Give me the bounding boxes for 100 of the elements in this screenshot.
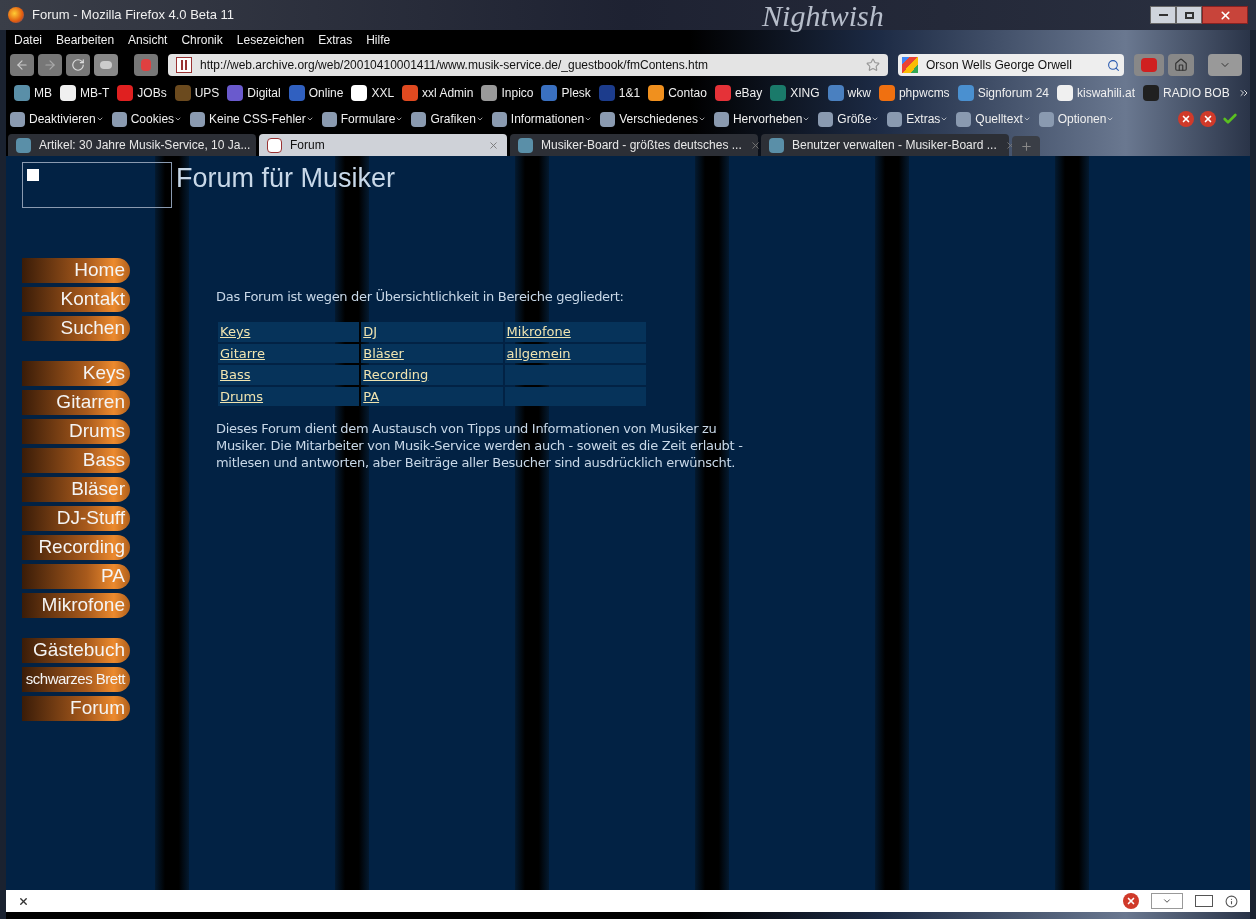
nav-button[interactable]: Home <box>22 258 130 283</box>
menu-item[interactable]: Extras <box>318 31 353 49</box>
forum-link[interactable]: PA <box>363 388 380 404</box>
nav-button[interactable]: Forum <box>22 696 130 721</box>
tab-title: Artikel: 30 Jahre Musik-Service, 10 Ja... <box>39 137 251 154</box>
new-tab-button[interactable] <box>1012 136 1040 156</box>
toolbar-menu[interactable]: Quelltext <box>975 110 1031 128</box>
bookmark-link[interactable]: Contao <box>668 84 707 102</box>
site-icon <box>16 137 31 153</box>
bookmark-link[interactable]: xxl Admin <box>422 84 474 102</box>
forum-link[interactable]: Gitarre <box>220 345 265 361</box>
forward-button[interactable] <box>38 54 62 76</box>
stop-button[interactable] <box>134 54 158 76</box>
bookmark-link[interactable]: wkw <box>847 84 871 102</box>
nav-button[interactable]: Gästebuch <box>22 638 130 663</box>
back-button[interactable] <box>10 54 34 76</box>
browser-tab[interactable]: Forum <box>259 134 507 156</box>
bookmark-link[interactable]: 1&1 <box>618 84 641 102</box>
nav-button[interactable]: Gitarren <box>22 390 130 415</box>
info-icon[interactable] <box>1225 894 1238 908</box>
minimize-button[interactable] <box>1150 6 1176 24</box>
bookmark-link[interactable]: MB-T <box>80 84 110 102</box>
forum-link[interactable]: Keys <box>220 324 251 339</box>
close-button[interactable] <box>1202 6 1248 24</box>
caret-icon <box>395 115 404 123</box>
nav-button[interactable]: Recording <box>22 535 130 560</box>
bookmark-link[interactable]: eBay <box>734 84 763 102</box>
chevrons-icon[interactable] <box>1237 87 1250 99</box>
bookmark-link[interactable]: RADIO BOB <box>1163 84 1230 102</box>
home-button[interactable] <box>1168 54 1194 76</box>
forum-link[interactable]: allgemein <box>506 345 571 361</box>
toolbar-menu[interactable]: Grafiken <box>430 110 484 128</box>
site-icon <box>267 137 282 153</box>
description-text: Dieses Forum dient dem Austausch von Tipps und Informationen von Musiker zu Musiker. Die Mitarbeiter von Musik-Service werden auch - soweit es die Zeit erlaubt - mitlesen und antworten, aber Beiträge aller Besucher sind ausdrücklich erwünscht. <box>216 420 744 471</box>
close-icon[interactable] <box>18 895 29 907</box>
menu-item[interactable]: Hilfe <box>366 31 391 49</box>
toolbar-menu[interactable]: Keine CSS-Fehler <box>209 110 314 128</box>
search-field[interactable]: Orson Wells George Orwell <box>898 54 1124 76</box>
toolbar-menu[interactable]: Optionen <box>1057 110 1115 128</box>
caret-icon <box>871 115 880 123</box>
forum-link[interactable]: DJ <box>363 324 378 339</box>
check-icon <box>1222 111 1238 127</box>
tab-title: Benutzer verwalten - Musiker-Board ... <box>792 137 997 154</box>
menu-item[interactable]: Lesezeichen <box>236 31 305 49</box>
caret-icon <box>802 115 811 123</box>
site-icon <box>769 137 784 153</box>
toolbar-menu[interactable]: Deaktivieren <box>29 110 104 128</box>
caret-icon <box>475 115 484 123</box>
toolbar-menu[interactable]: Verschiedenes <box>619 110 706 128</box>
page-heading: Forum für Musiker <box>176 162 397 195</box>
toolbar-menu[interactable]: Extras <box>906 110 949 128</box>
bookmark-link[interactable]: Signforum 24 <box>977 84 1049 102</box>
menu-item[interactable]: Chronik <box>181 31 223 49</box>
nav-button[interactable]: Mikrofone <box>22 593 130 618</box>
menu-item[interactable]: Ansicht <box>128 31 168 49</box>
toolbar-menu[interactable]: Formulare <box>340 110 404 128</box>
forum-link[interactable]: Bass <box>220 367 251 382</box>
nav-button[interactable]: DJ-Stuff <box>22 506 130 531</box>
bookmark-link[interactable]: Plesk <box>561 84 591 102</box>
menu-item[interactable]: Datei <box>14 31 42 49</box>
browser-tab[interactable]: Benutzer verwalten - Musiker-Board ... <box>761 134 1009 156</box>
bookmark-link[interactable]: XXL <box>371 84 395 102</box>
bookmark-link[interactable]: JOBs <box>137 84 167 102</box>
toolbar-menu[interactable]: Cookies <box>130 110 183 128</box>
tab-title: Forum <box>290 137 325 154</box>
forum-link[interactable]: Mikrofone <box>506 324 571 339</box>
browser-tab[interactable]: Artikel: 30 Jahre Musik-Service, 10 Ja... <box>8 134 256 156</box>
bookmark-link[interactable]: Inpico <box>501 84 534 102</box>
caret-icon <box>697 115 706 123</box>
tab-title: Musiker-Board - größtes deutsches ... <box>541 137 742 154</box>
toolbar-menu[interactable]: Größe <box>837 110 880 128</box>
bookmark-link[interactable]: UPS <box>194 84 220 102</box>
toolbar-menu[interactable]: Hervorheben <box>732 110 811 128</box>
forum-link[interactable]: Bläser <box>363 345 404 361</box>
cloud-button[interactable] <box>94 54 118 76</box>
forum-link[interactable]: Drums <box>220 388 264 404</box>
url-text: http://web.archive.org/web/20010410001411/www.musik-service.de/_guestbook/fmContens.htm <box>200 57 709 74</box>
nav-button[interactable]: schwarzes Brett <box>22 667 130 692</box>
caret-icon <box>1022 115 1031 123</box>
browser-tab[interactable]: Musiker-Board - größtes deutsches ... <box>510 134 758 156</box>
forum-link[interactable]: Recording <box>363 367 429 382</box>
bookmark-link[interactable]: XING <box>790 84 820 102</box>
nav-button[interactable]: Kontakt <box>22 287 130 312</box>
toolbar-menu[interactable]: Informationen <box>510 110 593 128</box>
bookmark-link[interactable]: phpwcms <box>898 84 950 102</box>
star-icon <box>866 58 880 72</box>
nav-button[interactable]: Bläser <box>22 477 130 502</box>
error-icon <box>1123 893 1139 909</box>
bookmark-link[interactable]: Digital <box>247 84 281 102</box>
home-icon <box>1174 58 1188 72</box>
maximize-button[interactable] <box>1176 6 1202 24</box>
bookmark-link[interactable]: MB <box>34 84 52 102</box>
reload-button[interactable] <box>66 54 90 76</box>
nav-button[interactable]: Drums <box>22 419 130 444</box>
plus-icon <box>1019 139 1033 153</box>
bookmark-link[interactable]: kiswahili.at <box>1077 84 1136 102</box>
address-field[interactable]: http://web.archive.org/web/20010410001411/www.musik-service.de/_guestbook/fmContens.htm <box>168 54 888 76</box>
nav-button[interactable]: Suchen <box>22 316 130 341</box>
menu-item[interactable]: Bearbeiten <box>56 31 115 49</box>
bookmark-link[interactable]: Online <box>308 84 344 102</box>
